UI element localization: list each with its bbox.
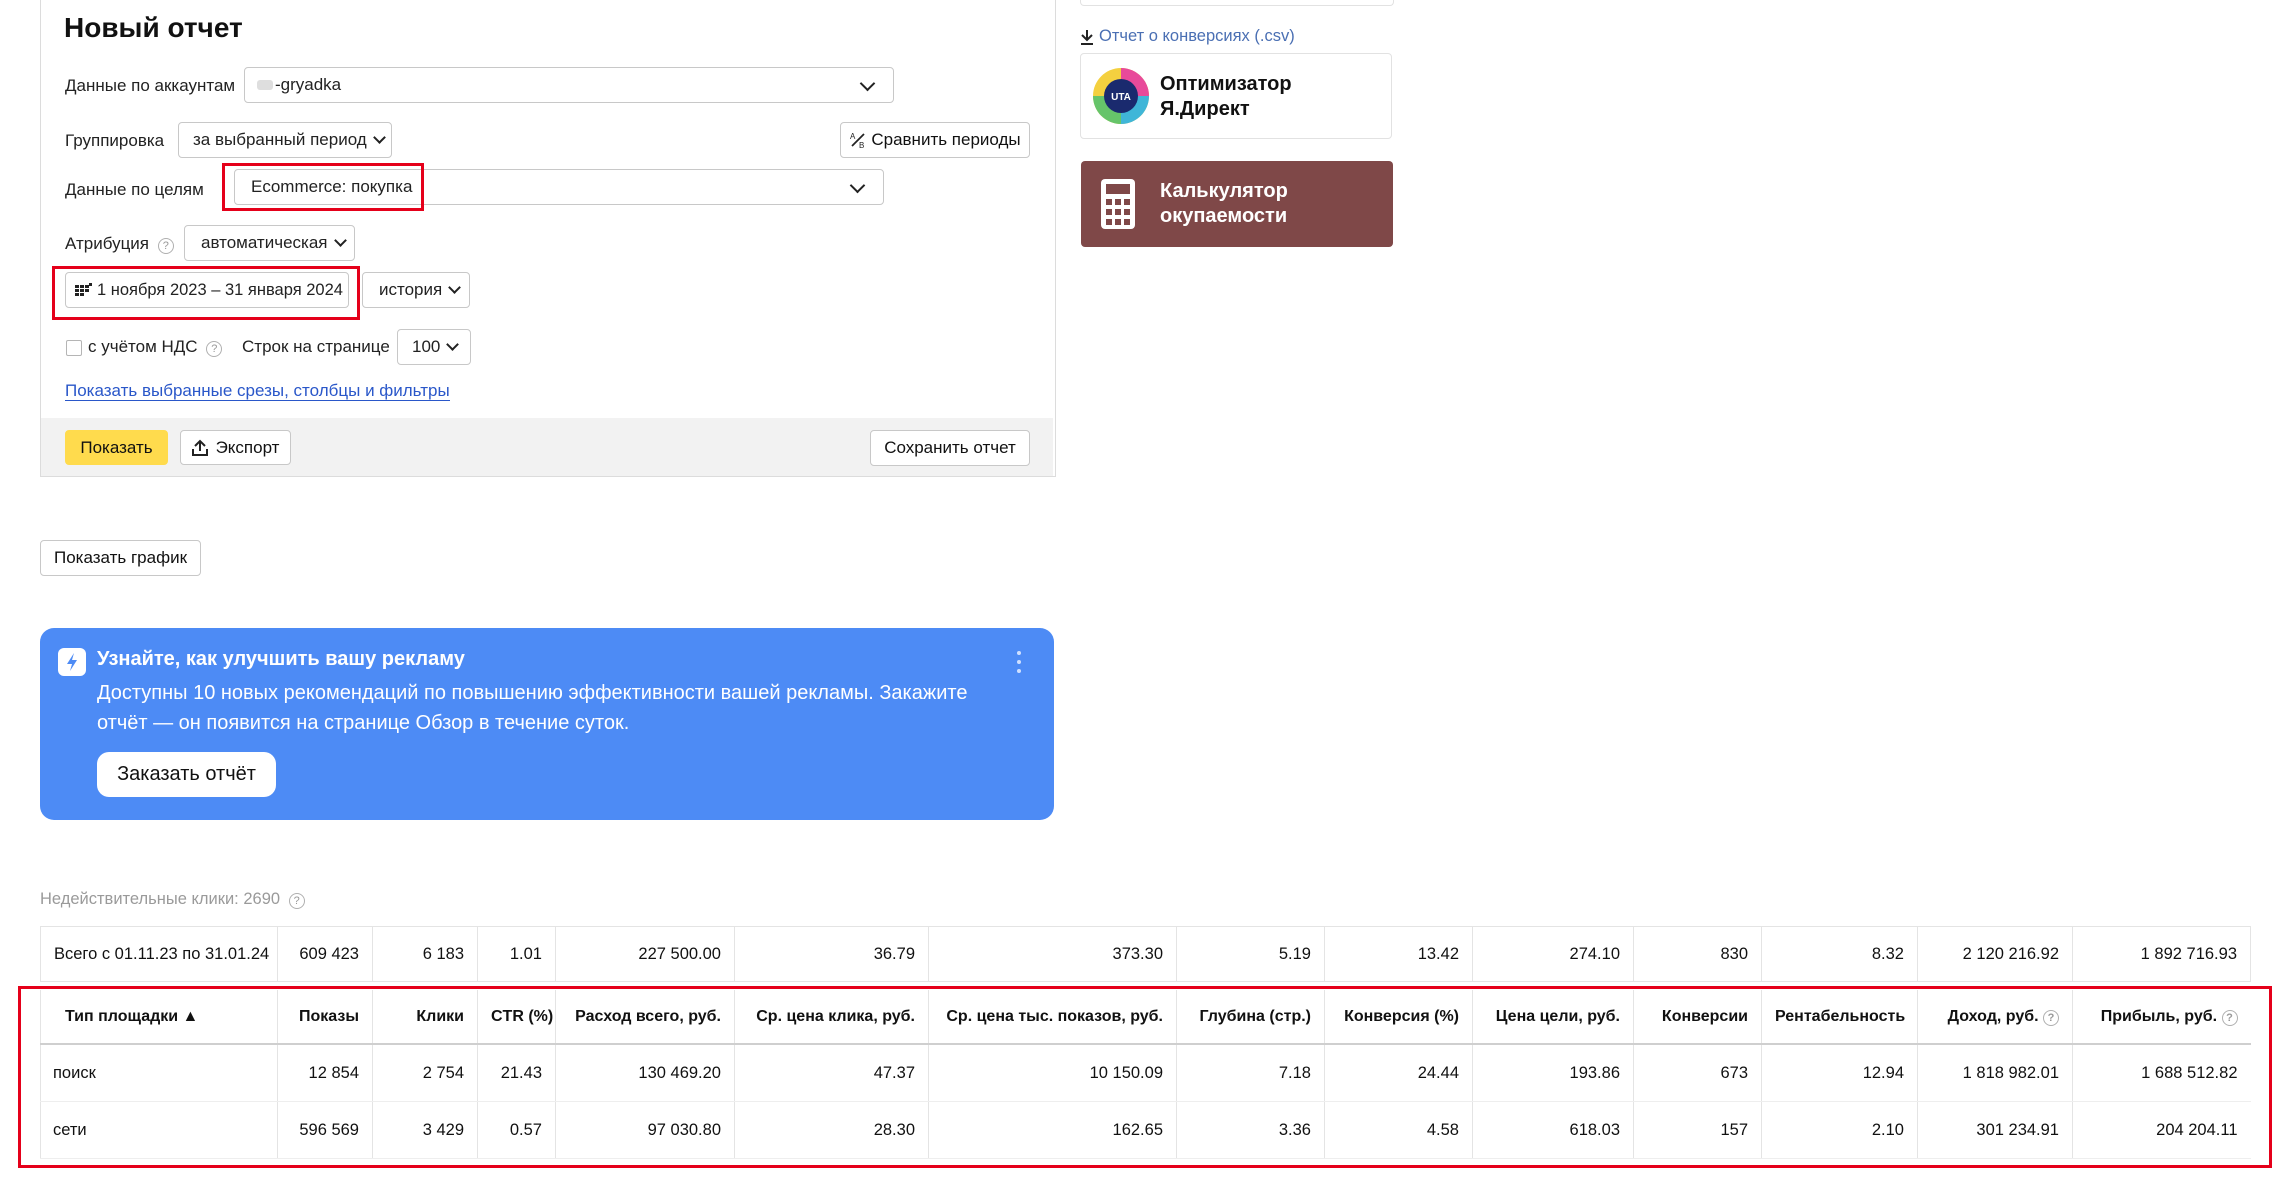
history-select-value: история <box>379 280 443 299</box>
totals-cell: 227 500.00 <box>555 926 735 982</box>
history-select[interactable]: история <box>362 272 470 308</box>
compare-periods-label: Сравнить периоды <box>871 130 1021 149</box>
upload-icon <box>191 439 208 456</box>
uta-logo-text: UTA <box>1111 92 1131 103</box>
banner-title: Узнайте, как улучшить вашу рекламу <box>97 648 465 670</box>
rows-per-page-value: 100 <box>412 337 441 356</box>
roi-calculator-card[interactable]: Калькулятор окупаемости <box>1081 161 1393 247</box>
help-icon[interactable]: ? <box>288 893 305 909</box>
vat-checkbox[interactable] <box>66 340 82 356</box>
totals-cell: 2 120 216.92 <box>1917 926 2073 982</box>
chevron-down-icon <box>849 177 866 194</box>
totals-cell: 1.01 <box>477 926 556 982</box>
date-highlight-frame <box>52 266 360 320</box>
chevron-down-icon <box>446 337 460 351</box>
show-chart-button[interactable]: Показать график <box>40 540 201 576</box>
accounts-select-value: -gryadka <box>275 75 342 94</box>
compare-periods-button[interactable]: A B Сравнить периоды <box>840 122 1030 158</box>
totals-cell: 830 <box>1633 926 1762 982</box>
totals-cell: 6 183 <box>372 926 478 982</box>
optimizer-title-line-1: Оптимизатор <box>1160 73 1292 95</box>
goals-label: Данные по целям <box>65 180 204 199</box>
show-filters-link-text: Показать выбранные срезы, столбцы и филь… <box>65 381 450 401</box>
chevron-down-icon <box>448 280 462 294</box>
vat-label-text: с учётом НДС <box>88 337 198 356</box>
invalid-clicks-text: Недействительные клики: 2690 <box>40 890 281 908</box>
roi-calculator-title: Калькулятор окупаемости <box>1160 179 1288 229</box>
show-report-button[interactable]: Показать <box>65 430 168 465</box>
help-icon[interactable]: ? <box>157 238 174 254</box>
save-report-button[interactable]: Сохранить отчет <box>870 430 1030 466</box>
grouping-select-value: за выбранный период <box>193 130 367 149</box>
svg-text:B: B <box>859 141 864 149</box>
download-icon <box>1081 29 1093 45</box>
totals-cell: 5.19 <box>1176 926 1325 982</box>
order-report-button[interactable]: Заказать отчёт <box>97 752 276 797</box>
export-button[interactable]: Экспорт <box>180 430 291 465</box>
accounts-select[interactable]: -gryadka <box>244 67 894 103</box>
totals-cell: 609 423 <box>277 926 373 982</box>
optimizer-card[interactable]: UTA Оптимизатор Я.Директ <box>1080 53 1392 139</box>
more-options-icon[interactable] <box>1016 650 1022 676</box>
grouping-label: Группировка <box>65 131 165 150</box>
calculator-icon <box>1101 179 1135 229</box>
page-title: Новый отчет <box>64 12 243 43</box>
order-report-label: Заказать отчёт <box>117 763 256 785</box>
optimizer-title: Оптимизатор Я.Директ <box>1160 72 1292 122</box>
attribution-select-value: автоматическая <box>201 233 328 252</box>
chevron-down-icon <box>333 233 347 247</box>
compare-icon: A B <box>850 132 865 149</box>
rows-per-page-label: Строк на странице <box>242 337 390 356</box>
goals-highlight-frame <box>222 163 424 211</box>
show-chart-label: Показать график <box>53 548 188 567</box>
accounts-label: Данные по аккаунтам <box>65 76 236 95</box>
show-report-label: Показать <box>80 437 153 457</box>
banner-text-line-1: Доступны 10 новых рекомендаций по повыше… <box>97 682 968 704</box>
lightning-icon <box>58 648 86 676</box>
roi-calculator-title-line-1: Калькулятор <box>1160 180 1288 202</box>
attribution-select[interactable]: автоматическая <box>184 225 355 261</box>
svg-text:A: A <box>850 132 856 141</box>
rows-per-page-select[interactable]: 100 <box>397 329 471 365</box>
invalid-clicks: Недействительные клики: 2690 ? <box>40 890 305 909</box>
uta-logo: UTA <box>1093 68 1149 124</box>
banner-text-line-2: отчёт — он появится на странице Обзор в … <box>97 712 630 734</box>
totals-cell: 1 892 716.93 <box>2072 926 2251 982</box>
show-filters-link[interactable]: Показать выбранные срезы, столбцы и филь… <box>65 381 450 401</box>
blurred-account-prefix <box>257 80 273 90</box>
grouping-select[interactable]: за выбранный период <box>178 122 392 158</box>
banner-text: Доступны 10 новых рекомендаций по повыше… <box>97 678 967 738</box>
totals-row: Всего с 01.11.23 по 31.01.24 609 423 6 1… <box>40 926 2251 982</box>
totals-cell: 8.32 <box>1761 926 1918 982</box>
totals-cell: 36.79 <box>734 926 929 982</box>
totals-cell: 373.30 <box>928 926 1177 982</box>
chevron-down-icon <box>372 130 386 144</box>
roi-calculator-title-line-2: окупаемости <box>1160 205 1288 227</box>
help-icon[interactable]: ? <box>206 341 223 357</box>
sidebar-card-edge <box>1080 0 1394 6</box>
csv-conversions-label: Отчет о конверсиях (.csv) <box>1099 27 1295 45</box>
chevron-down-icon <box>859 75 876 92</box>
csv-conversions-link[interactable]: Отчет о конверсиях (.csv) <box>1080 27 1295 46</box>
table-highlight-frame <box>18 986 2272 1168</box>
vat-label: с учётом НДС ? <box>88 337 223 357</box>
totals-cell: Всего с 01.11.23 по 31.01.24 <box>40 926 278 982</box>
attribution-label: Атрибуция ? <box>65 234 174 254</box>
attribution-label-text: Атрибуция <box>65 234 150 253</box>
optimizer-title-line-2: Я.Директ <box>1160 98 1250 120</box>
save-report-label: Сохранить отчет <box>884 438 1016 457</box>
export-label: Экспорт <box>215 437 280 457</box>
totals-cell: 13.42 <box>1324 926 1473 982</box>
totals-cell: 274.10 <box>1472 926 1634 982</box>
